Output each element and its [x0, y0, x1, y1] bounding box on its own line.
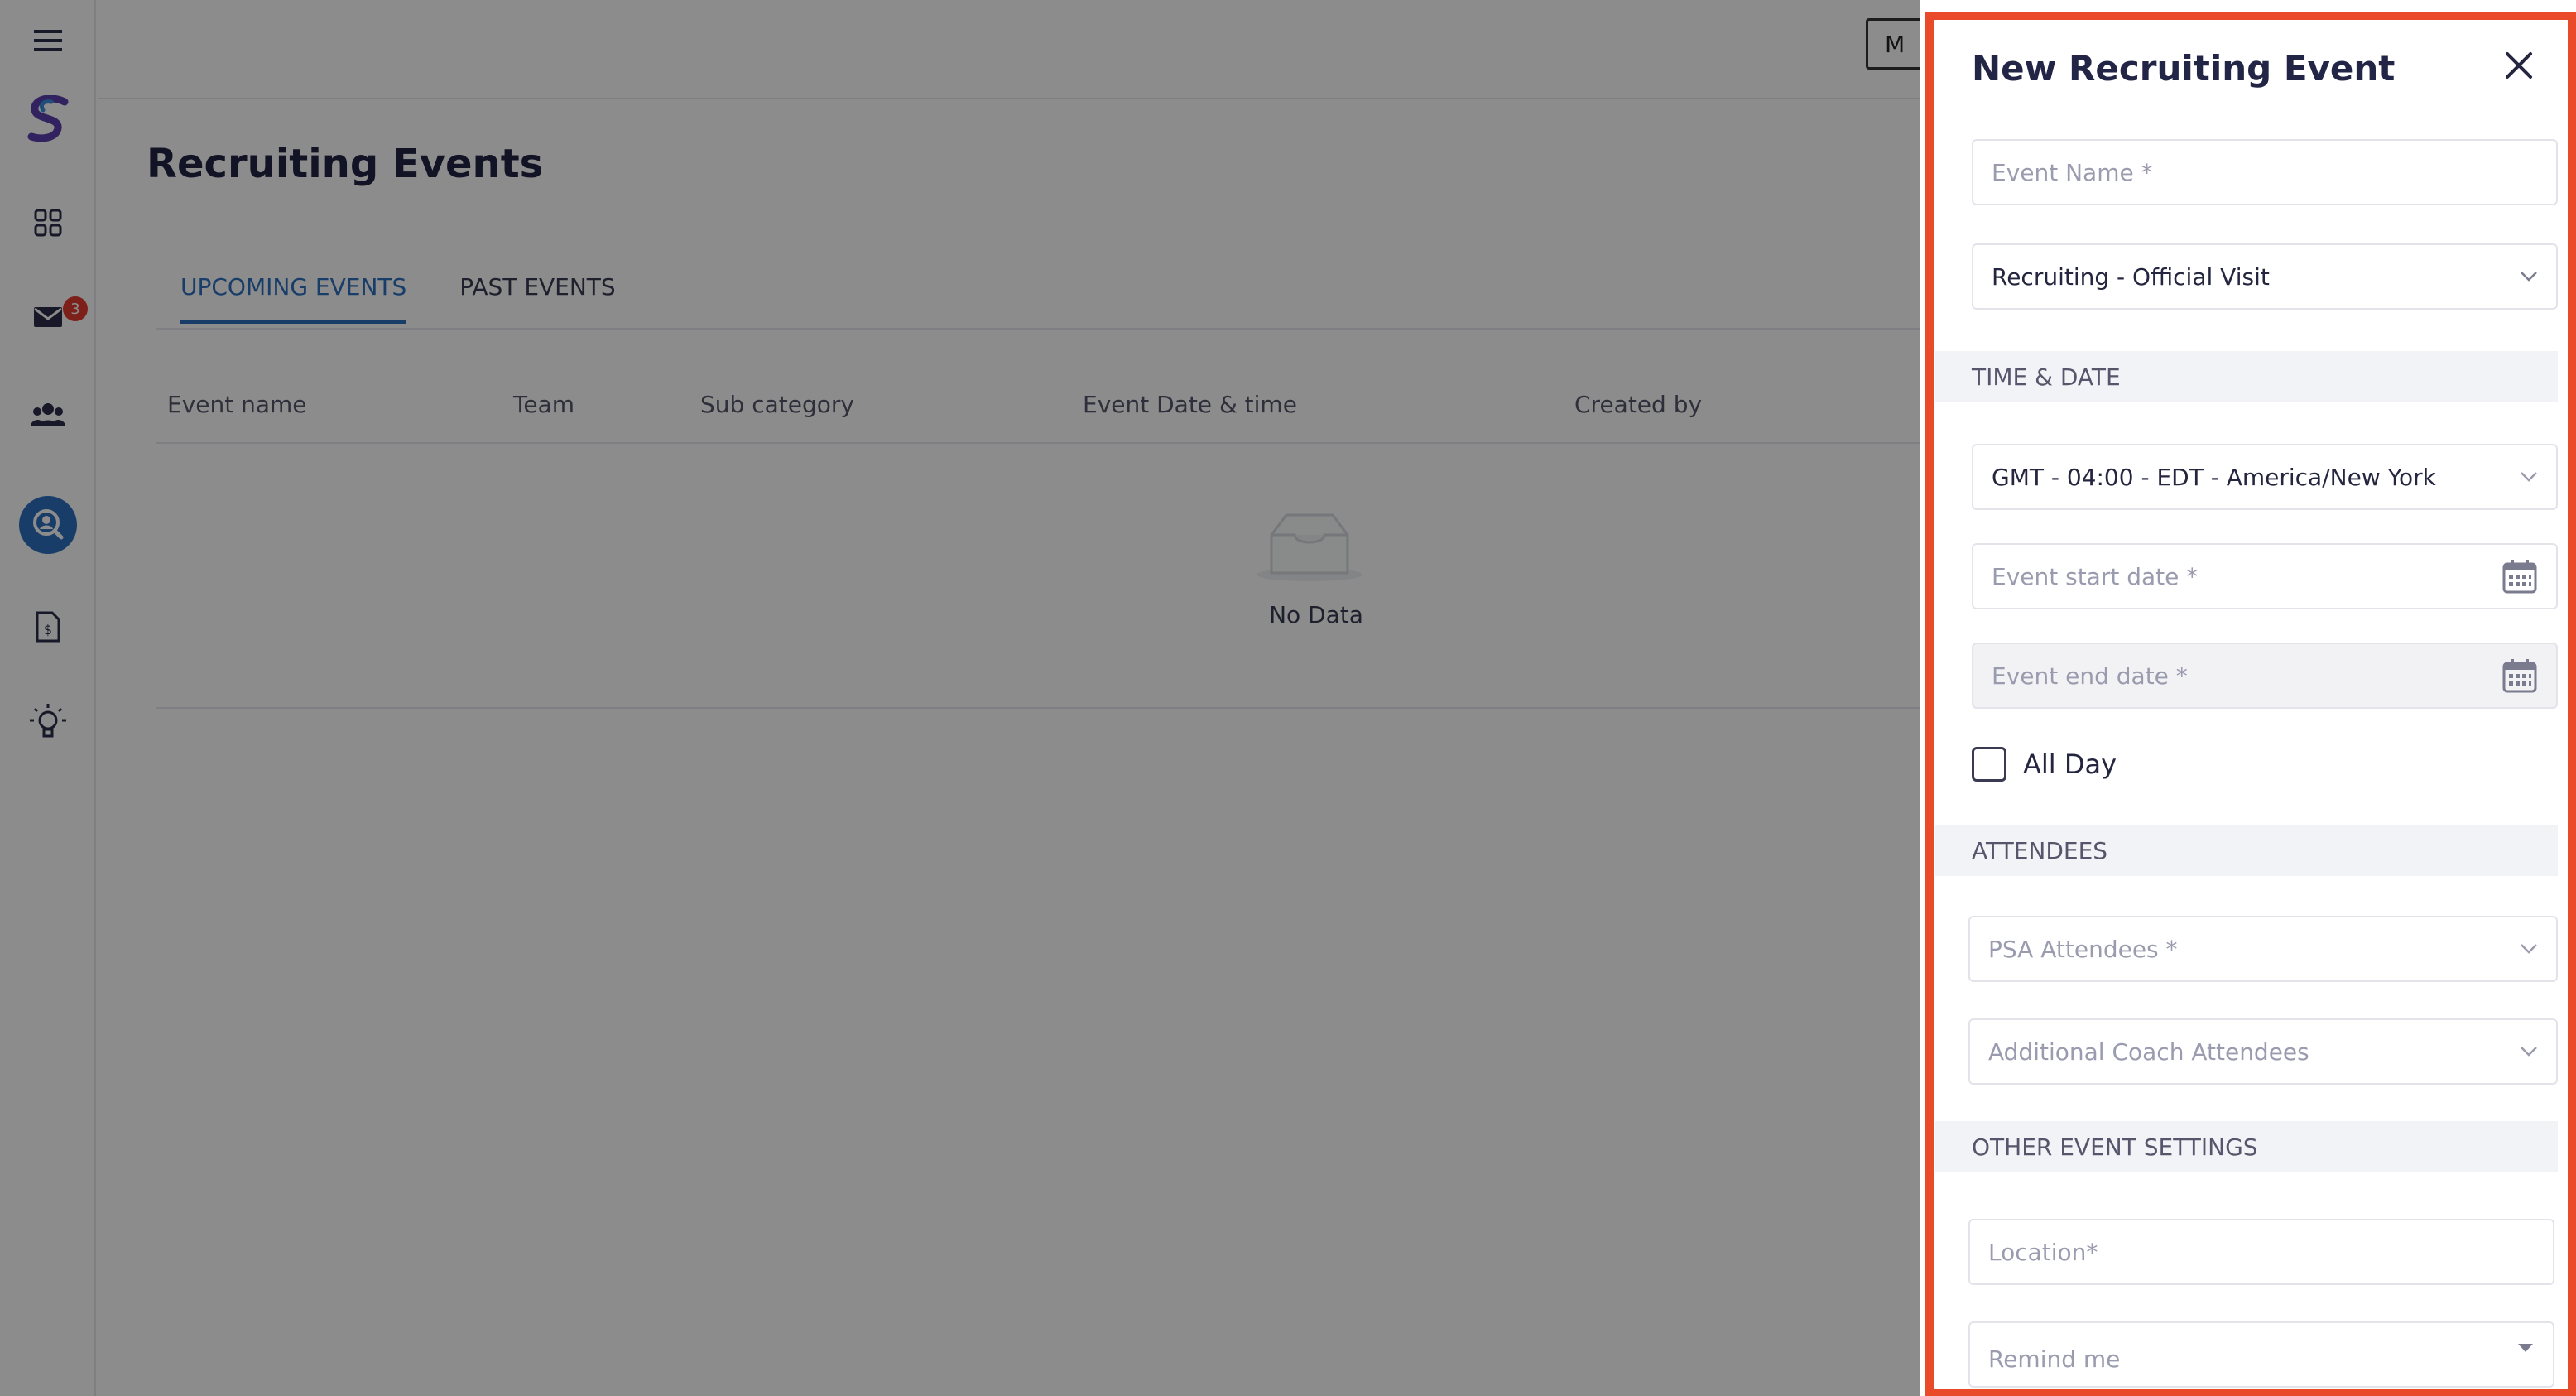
- remind-me-select[interactable]: Remind me: [1968, 1321, 2554, 1388]
- section-time-date: TIME & DATE: [1935, 351, 2558, 402]
- remind-me-placeholder: Remind me: [1988, 1345, 2121, 1373]
- event-type-value: Recruiting - Official Visit: [1992, 262, 2270, 291]
- all-day-label[interactable]: All Day: [2023, 749, 2117, 780]
- location-placeholder: Location*: [1988, 1238, 2098, 1266]
- chevron-down-icon: [2521, 472, 2537, 482]
- event-start-date-input[interactable]: Event start date *: [1972, 543, 2558, 609]
- caret-down-icon: [2518, 1344, 2533, 1353]
- coach-attendees-placeholder: Additional Coach Attendees: [1988, 1037, 2309, 1066]
- event-name-input[interactable]: Event Name *: [1972, 139, 2558, 205]
- psa-attendees-select[interactable]: PSA Attendees *: [1968, 916, 2558, 982]
- event-type-select[interactable]: Recruiting - Official Visit: [1972, 243, 2558, 310]
- modal-backdrop[interactable]: [0, 0, 1920, 1396]
- chevron-down-icon: [2521, 1047, 2537, 1057]
- drawer-title: New Recruiting Event: [1972, 48, 2396, 89]
- location-input[interactable]: Location*: [1968, 1219, 2554, 1285]
- timezone-value: GMT - 04:00 - EDT - America/New York: [1992, 463, 2436, 491]
- section-attendees: ATTENDEES: [1935, 825, 2558, 876]
- calendar-icon[interactable]: [2502, 657, 2538, 694]
- close-icon[interactable]: [2503, 50, 2535, 81]
- timezone-select[interactable]: GMT - 04:00 - EDT - America/New York: [1972, 444, 2558, 510]
- all-day-checkbox[interactable]: [1972, 747, 2006, 782]
- psa-attendees-placeholder: PSA Attendees *: [1988, 935, 2178, 963]
- event-end-date-input[interactable]: Event end date *: [1972, 643, 2558, 709]
- end-date-placeholder: Event end date *: [1992, 662, 2188, 690]
- event-name-placeholder: Event Name *: [1992, 158, 2153, 186]
- calendar-icon[interactable]: [2502, 558, 2538, 595]
- chevron-down-icon: [2521, 944, 2537, 954]
- section-other-event-settings: OTHER EVENT SETTINGS: [1935, 1121, 2558, 1172]
- coach-attendees-select[interactable]: Additional Coach Attendees: [1968, 1018, 2558, 1085]
- chevron-down-icon: [2521, 272, 2537, 282]
- start-date-placeholder: Event start date *: [1992, 562, 2199, 590]
